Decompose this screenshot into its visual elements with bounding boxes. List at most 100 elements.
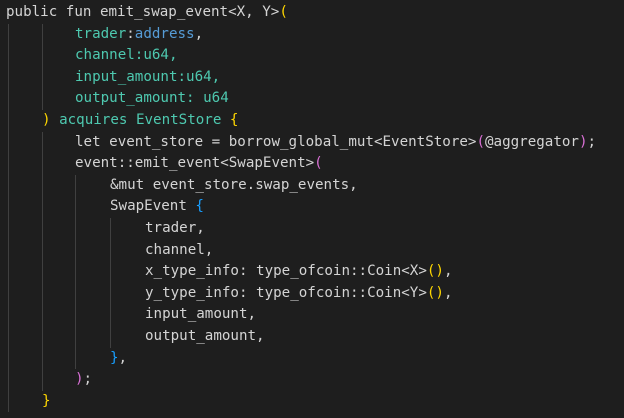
code-text: ) acquires EventStore {	[42, 110, 238, 132]
code-line[interactable]: ) acquires EventStore {	[0, 109, 624, 132]
code-token: }	[42, 392, 51, 409]
code-token: (	[279, 4, 288, 20]
code-token: trader	[75, 25, 127, 42]
code-token: @aggregator	[485, 133, 579, 150]
code-text: public fun emit_swap_event<X, Y>(	[6, 2, 288, 24]
code-line[interactable]: trader,	[0, 217, 624, 240]
code-text: channel,	[145, 240, 213, 262]
code-line[interactable]: event::emit_event<SwapEvent>(	[0, 153, 624, 175]
code-text: output_amount: u64	[75, 88, 229, 110]
code-line[interactable]: }	[0, 390, 624, 413]
indent-guide	[8, 174, 9, 197]
code-token: address	[134, 25, 195, 42]
code-token: (	[314, 155, 323, 172]
code-token: output_amount,	[145, 327, 265, 344]
code-token: ;	[587, 133, 597, 150]
code-token: output_amount	[75, 90, 187, 107]
code-line[interactable]: let event_store = borrow_global_mut<Even…	[0, 131, 624, 154]
indent-guide	[8, 217, 9, 240]
code-text: );	[75, 369, 92, 391]
code-token: :u64,	[177, 68, 221, 85]
indent-guide	[8, 325, 9, 348]
code-token: ,	[443, 284, 453, 301]
indent-guide	[8, 347, 9, 370]
code-editor[interactable]: public fun emit_swap_event<X, Y>(trader:…	[0, 0, 624, 418]
code-token: ()	[426, 263, 444, 280]
indent-guide	[8, 66, 9, 89]
indent-guide	[42, 217, 43, 240]
code-line[interactable]: input_amount:u64,	[0, 66, 624, 89]
indent-guide	[110, 217, 111, 240]
code-line[interactable]: );	[0, 369, 624, 391]
code-line[interactable]: trader:address,	[0, 23, 624, 46]
code-token: ,	[118, 349, 128, 366]
indent-guide	[42, 196, 43, 218]
code-token: acquires EventStore	[50, 111, 230, 128]
code-text: trader,	[145, 218, 205, 240]
indent-guide	[42, 23, 43, 46]
code-token: )	[42, 111, 51, 128]
indent-guide	[8, 304, 9, 326]
code-token: channel	[75, 47, 135, 64]
indent-guide	[75, 325, 76, 348]
code-text: }	[42, 391, 51, 413]
code-line[interactable]: channel:u64,	[0, 45, 624, 67]
indent-guide	[8, 282, 9, 305]
code-line[interactable]: y_type_info: type_ofcoin::Coin<Y>(),	[0, 282, 624, 305]
indent-guide	[8, 23, 9, 46]
indent-guide	[42, 88, 43, 110]
code-text: SwapEvent {	[110, 196, 204, 218]
code-line[interactable]: output_amount,	[0, 325, 624, 348]
indent-guide	[42, 347, 43, 370]
code-token: ,	[443, 263, 453, 280]
code-line[interactable]: },	[0, 347, 624, 370]
indent-guide	[110, 261, 111, 283]
code-line[interactable]: public fun emit_swap_event<X, Y>(	[0, 2, 624, 24]
code-token: : u64	[186, 90, 229, 107]
code-text: y_type_info: type_ofcoin::Coin<Y>(),	[145, 283, 453, 305]
indent-guide	[75, 282, 76, 305]
code-token: channel,	[145, 241, 214, 258]
indent-guide	[8, 196, 9, 218]
code-line[interactable]: input_amount,	[0, 304, 624, 326]
code-line[interactable]: x_type_info: type_ofcoin::Coin<X>(),	[0, 261, 624, 283]
code-token: public fun emit_swap_event<X, Y>	[6, 4, 280, 20]
code-token: event::emit_event<SwapEvent>	[75, 155, 315, 172]
code-line[interactable]: SwapEvent {	[0, 196, 624, 218]
indent-guide	[42, 45, 43, 67]
code-line[interactable]: &mut event_store.swap_events,	[0, 174, 624, 197]
code-token: input_amount,	[145, 306, 257, 323]
indent-guide	[42, 261, 43, 283]
code-token: &mut event_store.swap_events,	[110, 176, 358, 193]
code-token: :u64,	[134, 47, 178, 64]
code-text: &mut event_store.swap_events,	[110, 175, 358, 197]
code-token: x_type_info: type_ofcoin::Coin<X>	[145, 263, 427, 280]
code-token: :	[126, 25, 135, 42]
indent-guide	[110, 304, 111, 326]
code-text: channel:u64,	[75, 45, 178, 67]
code-token: ,	[194, 25, 204, 42]
indent-guide	[8, 131, 9, 154]
indent-guide	[42, 325, 43, 348]
code-token: let event_store = borrow_global_mut<Even…	[75, 133, 477, 150]
indent-guide	[75, 304, 76, 326]
indent-guide	[8, 109, 9, 132]
indent-guide	[75, 261, 76, 283]
indent-guide	[75, 174, 76, 197]
indent-guide	[42, 153, 43, 175]
code-text: x_type_info: type_ofcoin::Coin<X>(),	[145, 261, 453, 283]
code-token: input_amount	[75, 68, 178, 85]
code-token: SwapEvent	[110, 198, 196, 215]
indent-guide	[8, 153, 9, 175]
code-token: {	[229, 111, 239, 128]
indent-guide	[75, 347, 76, 370]
indent-guide	[42, 66, 43, 89]
code-text: trader:address,	[75, 24, 203, 46]
code-token: ;	[83, 371, 93, 388]
indent-guide	[42, 304, 43, 326]
code-token: }	[110, 349, 119, 366]
code-text: event::emit_event<SwapEvent>(	[75, 153, 323, 175]
code-line[interactable]: channel,	[0, 239, 624, 262]
indent-guide	[75, 196, 76, 218]
code-line[interactable]: output_amount: u64	[0, 88, 624, 110]
